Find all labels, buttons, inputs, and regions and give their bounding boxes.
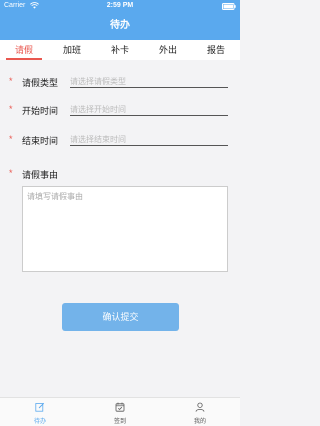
leave-type-row: * 请假类型 请选择请假类型 bbox=[0, 76, 240, 90]
submit-button[interactable]: 确认提交 bbox=[62, 303, 179, 331]
tab-overtime[interactable]: 加班 bbox=[48, 40, 96, 60]
reason-row: * 请假事由 bbox=[0, 168, 240, 180]
bottom-tabbar: 待办 签到 我的 bbox=[0, 397, 240, 426]
tabbar-item-mine[interactable]: 我的 bbox=[160, 398, 240, 426]
tabbar-item-checkin[interactable]: 签到 bbox=[80, 398, 160, 426]
required-mark: * bbox=[9, 104, 13, 114]
calendar-check-icon bbox=[115, 402, 125, 412]
clock-text: 2:59 PM bbox=[106, 2, 134, 9]
user-icon bbox=[195, 402, 205, 412]
leave-type-label: 请假类型 bbox=[22, 78, 59, 88]
start-time-picker[interactable]: 请选择开始时间 bbox=[70, 104, 228, 116]
edit-icon bbox=[35, 402, 45, 412]
tab-makeup-punch[interactable]: 补卡 bbox=[96, 40, 144, 60]
tab-leave[interactable]: 请假 bbox=[0, 40, 48, 60]
battery-icon bbox=[222, 3, 236, 10]
required-mark: * bbox=[9, 134, 13, 144]
reason-textarea[interactable]: 请填写请假事由 bbox=[22, 186, 228, 272]
leave-type-select[interactable]: 请选择请假类型 bbox=[70, 76, 228, 88]
required-mark: * bbox=[9, 76, 13, 86]
reason-label: 请假事由 bbox=[22, 170, 59, 180]
tabbar-item-todo[interactable]: 待办 bbox=[0, 398, 80, 426]
tab-report[interactable]: 报告 bbox=[192, 40, 240, 60]
tab-outing[interactable]: 外出 bbox=[144, 40, 192, 60]
tabbar-label: 待办 bbox=[33, 419, 46, 425]
tabbar-label: 我的 bbox=[193, 419, 206, 425]
page-title: 待办 bbox=[110, 20, 130, 31]
tabbar-label: 签到 bbox=[113, 419, 126, 425]
status-bar: Carrier 2:59 PM bbox=[0, 0, 240, 12]
category-tabs: 请假 加班 补卡 外出 报告 bbox=[0, 40, 240, 60]
start-time-label: 开始时间 bbox=[22, 106, 59, 116]
end-time-row: * 结束时间 请选择结束时间 bbox=[0, 134, 240, 148]
required-mark: * bbox=[9, 168, 13, 178]
nav-header: Carrier 2:59 PM 待办 bbox=[0, 0, 240, 40]
start-time-row: * 开始时间 请选择开始时间 bbox=[0, 104, 240, 118]
end-time-label: 结束时间 bbox=[22, 136, 59, 146]
end-time-picker[interactable]: 请选择结束时间 bbox=[70, 134, 228, 146]
